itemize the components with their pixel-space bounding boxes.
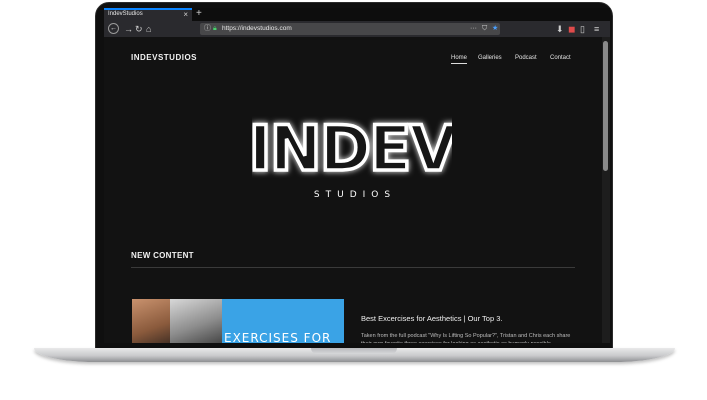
extension-icon[interactable]: ◼ [568, 23, 575, 35]
thumbnail-caption: EXERCISES FOR [224, 331, 332, 343]
browser-toolbar: ← → ↻ ⌂ ⓘ 🔒︎ https://indevstudios.com ··… [104, 21, 610, 37]
nav-podcast[interactable]: Podcast [515, 55, 537, 61]
page-scrollbar[interactable] [602, 37, 610, 343]
nav-home[interactable]: Home [451, 55, 468, 64]
post-title[interactable]: Best Excercises for Aesthetics | Our Top… [361, 314, 502, 323]
nav-galleries[interactable]: Galleries [478, 55, 502, 61]
reload-icon[interactable]: ↻ [135, 23, 143, 35]
lock-icon: 🔒︎ [213, 25, 217, 32]
info-icon[interactable]: ⓘ [204, 23, 211, 35]
forward-icon[interactable]: → [124, 23, 133, 35]
tab-title: IndevStudios [108, 11, 143, 17]
download-icon[interactable]: ⬇ [556, 23, 564, 35]
thumbnail-photo-2 [170, 299, 222, 343]
home-icon[interactable]: ⌂ [146, 23, 151, 35]
post-excerpt: Taken from the full podcast "Why Is Lift… [361, 333, 571, 343]
laptop-screen: IndevStudios × + ← → ↻ ⌂ ⓘ 🔒︎ https://in… [104, 8, 610, 343]
back-icon[interactable]: ← [108, 23, 119, 34]
pocket-icon[interactable]: ⛉ [482, 23, 487, 35]
post-thumbnail[interactable]: EXERCISES FOR [132, 299, 344, 343]
scrollbar-thumb[interactable] [603, 41, 608, 171]
logo-main-text: INDEV [252, 112, 452, 185]
menu-icon[interactable]: ≡ [594, 23, 599, 35]
thumbnail-photo-1 [132, 299, 170, 343]
url-text: https://indevstudios.com [222, 25, 292, 32]
indev-studios-logo: INDEV STUDIOS [252, 112, 452, 200]
new-tab-icon[interactable]: + [196, 8, 202, 20]
section-title: NEW CONTENT [131, 251, 194, 260]
laptop-notch [311, 348, 397, 354]
address-bar[interactable]: ⓘ 🔒︎ https://indevstudios.com ··· ⛉ ★ [200, 23, 500, 35]
page-actions-icon[interactable]: ··· [470, 23, 477, 35]
browser-tab-bar: IndevStudios × + [104, 8, 610, 21]
section-divider [131, 267, 575, 268]
logo-sub-text: STUDIOS [314, 190, 396, 200]
close-tab-icon[interactable]: × [183, 10, 188, 20]
web-page: INDEVSTUDIOS Home Galleries Podcast Cont… [104, 37, 602, 343]
bookmark-star-icon[interactable]: ★ [492, 23, 498, 35]
sidebar-icon[interactable]: ▯ [580, 23, 585, 35]
site-brand[interactable]: INDEVSTUDIOS [131, 53, 197, 62]
browser-tab[interactable]: IndevStudios × [104, 8, 192, 21]
nav-contact[interactable]: Contact [550, 55, 571, 61]
